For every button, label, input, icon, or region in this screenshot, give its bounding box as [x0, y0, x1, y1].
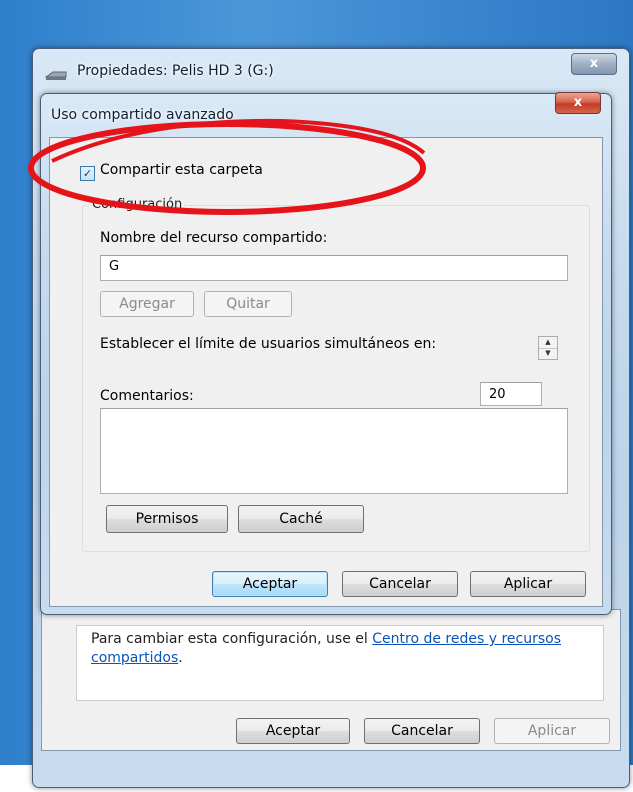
properties-window-title: Propiedades: Pelis HD 3 (G:) — [77, 63, 274, 79]
comments-label: Comentarios: — [100, 388, 194, 404]
dialog-ok-button[interactable]: Aceptar — [212, 571, 328, 597]
cache-button[interactable]: Caché — [238, 505, 364, 533]
user-limit-input[interactable]: 20 — [480, 382, 542, 406]
dialog-cancel-button[interactable]: Cancelar — [342, 571, 458, 597]
network-info-suffix: . — [178, 650, 183, 666]
user-limit-label: Establecer el límite de usuarios simultá… — [100, 336, 437, 352]
user-limit-spinner[interactable]: ▲ ▼ — [538, 336, 558, 360]
drive-icon — [45, 71, 67, 80]
network-info-prefix: Para cambiar esta configuración, use el — [91, 631, 373, 647]
spin-down-icon[interactable]: ▼ — [539, 348, 557, 359]
network-info-panel: Para cambiar esta configuración, use el … — [76, 625, 604, 701]
add-button[interactable]: Agregar — [100, 291, 194, 317]
share-name-input[interactable]: G — [100, 255, 568, 281]
properties-close-button[interactable]: x — [571, 53, 617, 75]
properties-ok-button[interactable]: Aceptar — [236, 718, 350, 744]
properties-cancel-button[interactable]: Cancelar — [364, 718, 480, 744]
remove-button[interactable]: Quitar — [204, 291, 292, 317]
permissions-button[interactable]: Permisos — [106, 505, 228, 533]
comments-textarea[interactable] — [100, 408, 568, 494]
dialog-apply-button[interactable]: Aplicar — [470, 571, 586, 597]
properties-apply-button[interactable]: Aplicar — [494, 718, 610, 744]
advanced-sharing-close-button[interactable]: x — [555, 92, 601, 114]
properties-client-area: Para cambiar esta configuración, use el … — [41, 609, 621, 751]
network-info-text: Para cambiar esta configuración, use el … — [91, 630, 591, 668]
share-name-label: Nombre del recurso compartido: — [100, 230, 328, 246]
highlight-ellipse — [28, 118, 426, 215]
